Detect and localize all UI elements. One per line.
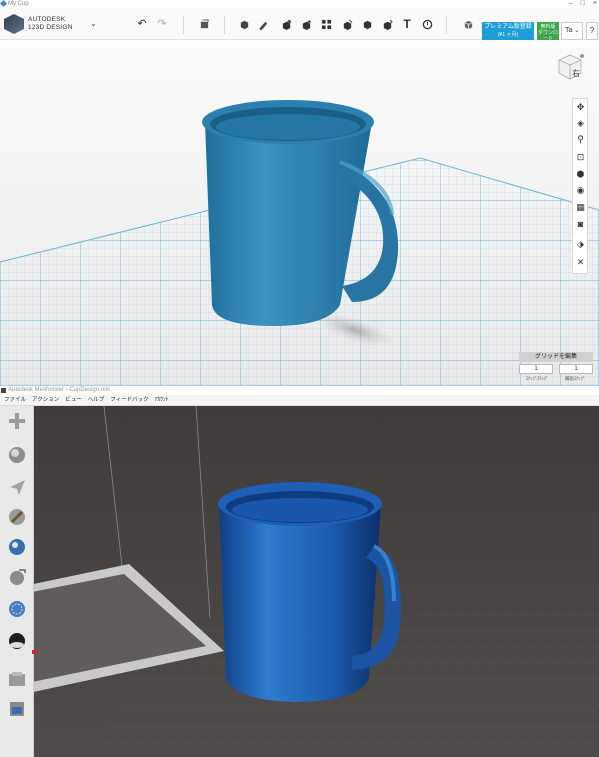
- menu-file[interactable]: ファイル: [4, 395, 26, 405]
- import-icon[interactable]: [6, 410, 28, 432]
- shaders-icon[interactable]: [6, 630, 28, 652]
- minor-snap-field[interactable]: 1: [559, 364, 593, 374]
- help-button[interactable]: ?: [586, 22, 598, 40]
- design-viewport[interactable]: 右 ✥ ◈ ⚲ ⊡ ⬢ ◉ ▦ ◙ ⬗ ✕ グリッドを編集 1 1 ｽﾅｯﾌﾟｽ…: [0, 40, 599, 386]
- logo-line2: 123D DESIGN: [28, 24, 73, 31]
- group-icon[interactable]: [341, 18, 353, 30]
- measure-icon[interactable]: [381, 18, 393, 30]
- material-icon[interactable]: [462, 18, 474, 30]
- menu-help[interactable]: ヘルプ: [88, 395, 105, 405]
- window-controls: – □ ×: [569, 0, 597, 8]
- app-logo-icon[interactable]: [4, 14, 24, 34]
- sketch-icon[interactable]: [257, 18, 269, 30]
- stamp-icon[interactable]: [6, 536, 28, 558]
- chevron-down-icon: ⌄: [574, 28, 580, 34]
- mm-scene[interactable]: [34, 406, 599, 757]
- navigation-bar: ✥ ◈ ⚲ ⊡ ⬢ ◉ ▦ ◙ ⬗ ✕: [572, 98, 588, 274]
- free-download-button[interactable]: 無料版 ダウンロード: [537, 22, 559, 42]
- snap-label: ｽﾅｯﾌﾟｽﾅｯﾌﾟ: [525, 376, 549, 381]
- modify-icon[interactable]: [300, 18, 312, 30]
- menu-action[interactable]: アクション: [32, 395, 59, 405]
- toolbar-separator: [183, 16, 184, 34]
- premium-line2: (¥1 ヶ月): [497, 32, 519, 38]
- pan-icon[interactable]: ✥: [575, 102, 586, 113]
- design-scene[interactable]: [0, 40, 599, 386]
- mm-app-icon: [1, 388, 6, 393]
- mm-window-title: Autodesk Meshmixer - CupDesign.mix: [8, 387, 111, 393]
- app-icon: [0, 0, 8, 8]
- redo-icon[interactable]: ↷: [156, 18, 168, 30]
- construct-icon[interactable]: [280, 18, 292, 30]
- minor-snap-label: 補助ｽﾅｯﾌﾟ: [564, 376, 586, 381]
- fit-icon[interactable]: ⊡: [575, 152, 586, 163]
- grid-toggle-icon[interactable]: ▦: [575, 202, 586, 213]
- export-icon[interactable]: [6, 668, 28, 690]
- text-tool-icon[interactable]: T: [401, 18, 413, 30]
- primitives-icon[interactable]: [238, 18, 250, 30]
- title-bar: My Cup – □ ×: [0, 0, 599, 8]
- select-icon[interactable]: [6, 476, 28, 498]
- combine-icon[interactable]: [361, 18, 373, 30]
- pattern-icon[interactable]: [320, 18, 332, 30]
- settings-icon[interactable]: ✕: [575, 257, 586, 268]
- premium-line1: プレミアム版登録: [484, 24, 532, 30]
- home-view-icon: [580, 54, 584, 58]
- minimize-button[interactable]: –: [569, 0, 573, 8]
- snap-value-field[interactable]: 1: [519, 364, 553, 374]
- toolbar-separator: [446, 16, 447, 34]
- user-menu-label: Ta: [565, 27, 573, 34]
- grid-edit-panel: グリッドを編集 1 1 ｽﾅｯﾌﾟｽﾅｯﾌﾟ 補助ｽﾅｯﾌﾟ: [519, 352, 593, 386]
- orbit-icon[interactable]: ◈: [575, 118, 586, 129]
- zoom-icon[interactable]: ⚲: [575, 134, 586, 145]
- transform-icon[interactable]: [198, 18, 210, 30]
- edit-icon[interactable]: [6, 566, 28, 588]
- meshmixer-app-window: Autodesk Meshmixer - CupDesign.mix ファイル …: [0, 386, 599, 757]
- material-view-icon[interactable]: ⬗: [575, 239, 586, 250]
- premium-signup-button[interactable]: プレミアム版登録 (¥1 ヶ月): [482, 22, 534, 40]
- window-title: My Cup: [8, 1, 29, 7]
- view-mode-icon[interactable]: ⬢: [575, 169, 586, 180]
- menu-feedback[interactable]: フィードバック: [110, 395, 148, 405]
- menu-view[interactable]: ビュー: [65, 395, 82, 405]
- design-app-window: My Cup – □ × AUTODESK 123D DESIGN ⌄ ↶ ↷: [0, 0, 599, 386]
- viewcube-label: 右: [572, 69, 580, 78]
- app-logo-text[interactable]: AUTODESK 123D DESIGN: [28, 16, 72, 32]
- toolbar-separator: [224, 16, 225, 34]
- user-menu[interactable]: Ta ⌄: [561, 22, 583, 40]
- meshmix-icon[interactable]: [6, 444, 28, 466]
- logo-line1: AUTODESK: [28, 16, 66, 23]
- snap-icon[interactable]: [421, 18, 433, 30]
- print-icon[interactable]: [6, 698, 28, 720]
- sculpt-icon[interactable]: [6, 506, 28, 528]
- visibility-icon[interactable]: ◉: [575, 185, 586, 196]
- undo-icon[interactable]: ↶: [136, 18, 148, 30]
- mm-tool-sidebar: [0, 406, 34, 757]
- close-button[interactable]: ×: [593, 0, 597, 8]
- analysis-icon[interactable]: [6, 598, 28, 620]
- pivot-marker: [32, 650, 36, 654]
- maximize-button[interactable]: □: [581, 0, 585, 8]
- app-menu-chevron-icon[interactable]: ⌄: [90, 19, 97, 28]
- viewcube[interactable]: [555, 52, 585, 82]
- mm-viewport[interactable]: [34, 406, 599, 757]
- screenshot-icon[interactable]: ◙: [575, 219, 586, 230]
- menu-account[interactable]: ｱｶｳﾝﾄ: [155, 395, 169, 405]
- edit-grid-button[interactable]: グリッドを編集: [519, 352, 593, 362]
- mm-title-bar: Autodesk Meshmixer - CupDesign.mix: [0, 386, 599, 395]
- mm-menu-bar: ファイル アクション ビュー ヘルプ フィードバック ｱｶｳﾝﾄ: [0, 395, 599, 406]
- main-toolbar: AUTODESK 123D DESIGN ⌄ ↶ ↷ T プレミアム版登録 (¥…: [0, 8, 599, 42]
